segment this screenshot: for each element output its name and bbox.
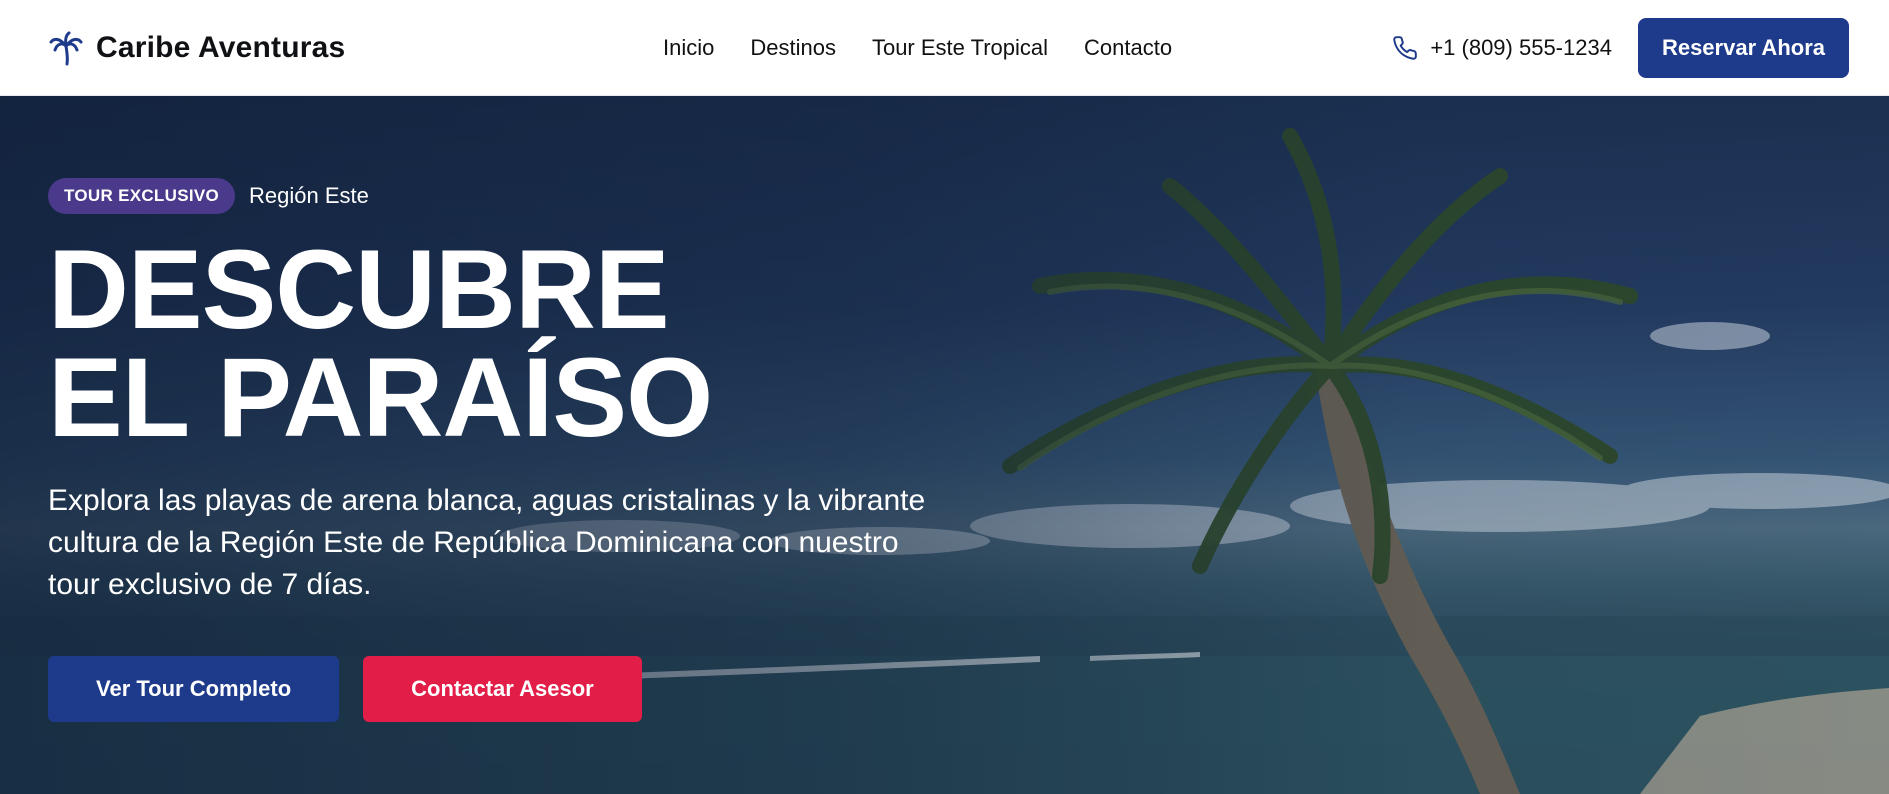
view-full-tour-button[interactable]: Ver Tour Completo bbox=[48, 656, 340, 722]
nav-link-contacto[interactable]: Contacto bbox=[1084, 35, 1172, 61]
phone-icon bbox=[1392, 35, 1418, 61]
hero-title-line-1: DESCUBRE bbox=[48, 227, 670, 352]
brand-name: Caribe Aventuras bbox=[96, 30, 346, 64]
palm-tree-icon bbox=[48, 30, 84, 66]
hero-section: TOUR EXCLUSIVO Región Este DESCUBRE EL P… bbox=[0, 96, 1889, 794]
hero-content: TOUR EXCLUSIVO Región Este DESCUBRE EL P… bbox=[48, 178, 948, 722]
nav-link-tour-este-tropical[interactable]: Tour Este Tropical bbox=[872, 35, 1048, 61]
phone-number: +1 (809) 555-1234 bbox=[1430, 34, 1612, 60]
phone-contact[interactable]: +1 (809) 555-1234 bbox=[1392, 35, 1612, 61]
site-header: Caribe Aventuras Inicio Destinos Tour Es… bbox=[0, 0, 1889, 96]
main-nav: Inicio Destinos Tour Este Tropical Conta… bbox=[663, 35, 1172, 61]
hero-title-line-2: EL PARAÍSO bbox=[48, 335, 713, 460]
nav-link-inicio[interactable]: Inicio bbox=[663, 35, 714, 61]
hero-tag-row: TOUR EXCLUSIVO Región Este bbox=[48, 178, 948, 214]
contact-advisor-button[interactable]: Contactar Asesor bbox=[363, 656, 642, 722]
hero-subtitle: Explora las playas de arena blanca, agua… bbox=[48, 484, 926, 601]
exclusive-tour-badge: TOUR EXCLUSIVO bbox=[48, 178, 236, 214]
region-label: Región Este bbox=[249, 183, 369, 208]
reserve-now-button[interactable]: Reservar Ahora bbox=[1637, 17, 1849, 78]
brand[interactable]: Caribe Aventuras bbox=[48, 30, 568, 66]
hero-cta-row: Ver Tour Completo Contactar Asesor bbox=[48, 656, 948, 722]
hero-title: DESCUBRE EL PARAÍSO bbox=[48, 227, 948, 460]
nav-link-destinos[interactable]: Destinos bbox=[750, 35, 836, 61]
